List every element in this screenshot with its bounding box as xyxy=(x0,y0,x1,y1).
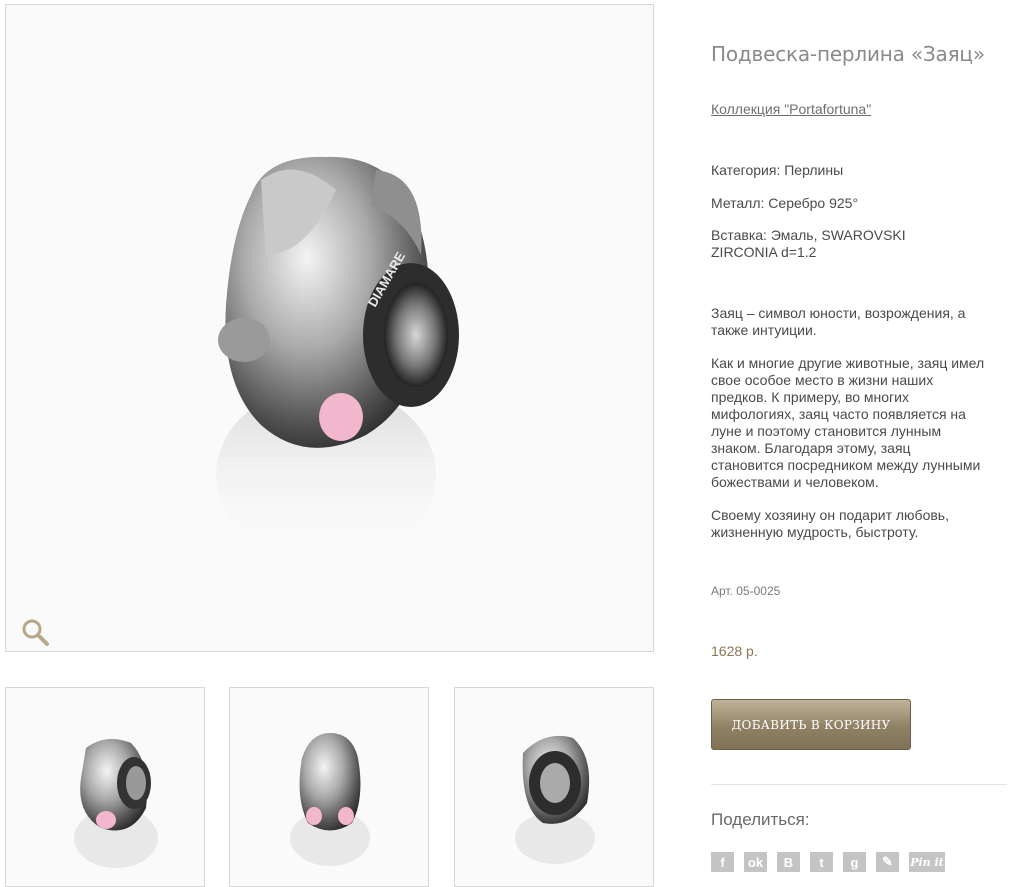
thumbnail-2[interactable] xyxy=(229,687,429,887)
divider xyxy=(711,784,1007,785)
share-buttons: f ok B t g ✎ Pin it xyxy=(711,852,955,872)
share-label: Поделиться: xyxy=(711,810,810,829)
description-paragraph: Как и многие другие животные, заяц имел … xyxy=(711,355,985,490)
description-paragraph: Своему хозяину он подарит любовь, жизнен… xyxy=(711,507,949,540)
thumbnail-1[interactable] xyxy=(5,687,205,887)
product-insert: Вставка: Эмаль, SWAROVSKI ZIRCONIA d=1.2 xyxy=(711,227,906,260)
product-title: Подвеска-перлина «Заяц» xyxy=(711,42,985,66)
thumbnail-bead-front-view xyxy=(290,733,370,866)
twitter-icon[interactable]: t xyxy=(810,852,833,872)
zoom-magnifier-icon[interactable] xyxy=(20,617,50,647)
pinterest-icon[interactable]: Pin it xyxy=(909,852,945,872)
main-product-image[interactable]: DIAMARE xyxy=(5,4,654,652)
collection-link[interactable]: Коллекция "Portafortuna" xyxy=(711,101,871,117)
thumbnail-3[interactable] xyxy=(454,687,654,887)
vkontakte-icon[interactable]: B xyxy=(777,852,800,872)
google-plus-icon[interactable]: g xyxy=(843,852,866,872)
livejournal-icon[interactable]: ✎ xyxy=(876,852,899,872)
description-paragraph: Заяц – символ юности, возрождения, а так… xyxy=(711,305,966,338)
article-number: Арт. 05-0025 xyxy=(711,584,781,598)
thumbnail-bead-side-view xyxy=(74,739,158,868)
odnoklassniki-icon[interactable]: ok xyxy=(744,852,767,872)
thumbnail-bead-ring-view xyxy=(515,735,595,864)
product-price: 1628 р. xyxy=(711,643,758,659)
add-to-cart-button[interactable]: Добавить в корзину xyxy=(711,699,911,750)
product-category: Категория: Перлины xyxy=(711,162,844,178)
facebook-icon[interactable]: f xyxy=(711,852,734,872)
product-metal: Металл: Серебро 925° xyxy=(711,195,859,211)
product-bead-image: DIAMARE xyxy=(216,156,459,565)
